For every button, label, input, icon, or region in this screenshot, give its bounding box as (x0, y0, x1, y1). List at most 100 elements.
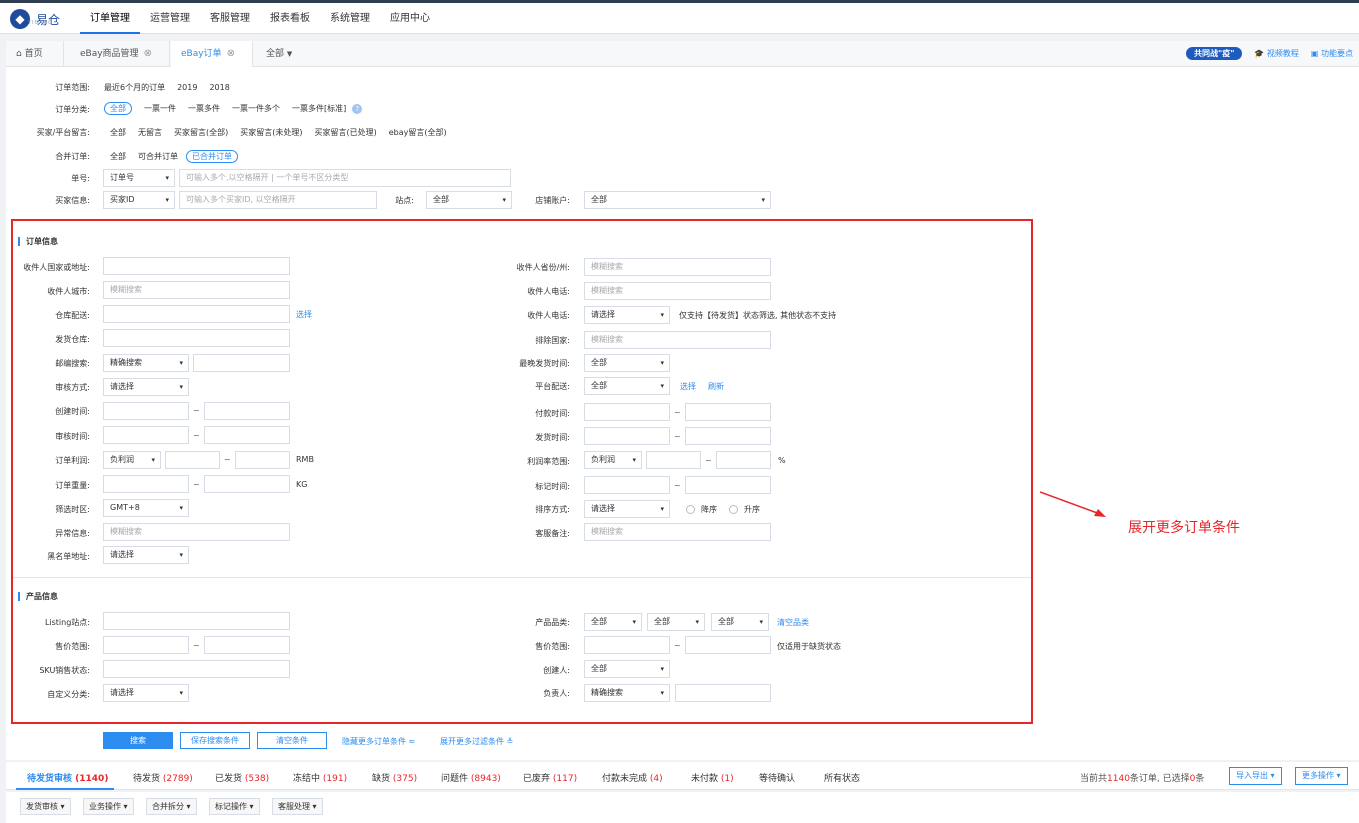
category-option-selected[interactable]: 全部 (104, 102, 132, 115)
create-time-end[interactable] (204, 402, 290, 420)
recipient-phone-input[interactable]: 模糊搜索 (584, 282, 771, 300)
tab-ebay-products[interactable]: eBay商品管理 ⊗ (70, 41, 170, 67)
number-input[interactable]: 可输入多个,以空格隔开 | 一个单号不区分类型 (179, 169, 511, 187)
category-level2-select[interactable]: 全部 ▾ (647, 613, 705, 631)
timezone-select[interactable]: GMT+8 ▾ (103, 499, 189, 517)
status-tab-pending-ship[interactable]: 待发货 (2789) (133, 771, 193, 784)
mark-ops-button[interactable]: 标记操作 ▾ (209, 798, 260, 815)
recipient-phone2-select[interactable]: 请选择 ▾ (584, 306, 670, 324)
message-option[interactable]: 全部 (110, 127, 126, 138)
range-option[interactable]: 2018 (209, 83, 229, 92)
category-option[interactable]: 一票多件[标准] (292, 103, 346, 114)
tab-home[interactable]: ⌂ 首页 (6, 41, 64, 67)
price2-min-input[interactable] (584, 636, 670, 654)
help-icon[interactable]: ? (352, 103, 363, 114)
weight-max-input[interactable] (204, 475, 290, 493)
radio-desc[interactable] (686, 505, 695, 514)
review-mode-select[interactable]: 请选择 ▾ (103, 378, 189, 396)
warehouse-select-link[interactable]: 选择 (296, 309, 312, 320)
category-option[interactable]: 一票一件 (144, 103, 176, 114)
postcode-type-select[interactable]: 精确搜索 ▾ (103, 354, 189, 372)
sku-status-input[interactable] (103, 660, 290, 678)
listing-site-input[interactable] (103, 612, 290, 630)
number-type-select[interactable]: 订单号 ▾ (103, 169, 175, 187)
merge-option[interactable]: 可合并订单 (138, 151, 178, 162)
platform-select-link[interactable]: 选择 (680, 381, 696, 392)
radio-asc[interactable] (729, 505, 738, 514)
status-tab-payment-incomplete[interactable]: 付款未完成 (4) (602, 771, 663, 784)
margin-max-input[interactable] (716, 451, 771, 469)
business-ops-button[interactable]: 业务操作 ▾ (83, 798, 134, 815)
message-option[interactable]: 买家留言(已处理) (315, 127, 377, 138)
warehouse-ship-input[interactable] (103, 305, 290, 323)
range-option[interactable]: 2019 (177, 83, 197, 92)
review-time-start[interactable] (103, 426, 189, 444)
weight-min-input[interactable] (103, 475, 189, 493)
profit-min-input[interactable] (165, 451, 220, 469)
blacklist-select[interactable]: 请选择 ▾ (103, 546, 189, 564)
ship-review-button[interactable]: 发货审核 ▾ (20, 798, 71, 815)
import-export-button[interactable]: 导入导出 ▾ (1229, 767, 1282, 785)
platform-ship-select[interactable]: 全部 ▾ (584, 377, 670, 395)
status-tab-all[interactable]: 所有状态 (824, 771, 860, 784)
nav-apps[interactable]: 应用中心 (380, 3, 440, 34)
merge-option-selected[interactable]: 已合并订单 (186, 150, 238, 163)
message-option[interactable]: 无留言 (138, 127, 162, 138)
pay-time-end[interactable] (685, 403, 771, 421)
close-icon[interactable]: ⊗ (144, 48, 152, 59)
ship-time-end[interactable] (685, 427, 771, 445)
message-option[interactable]: ebay留言(全部) (389, 127, 447, 138)
site-select[interactable]: 全部 ▾ (426, 191, 512, 209)
save-conditions-button[interactable]: 保存搜索条件 (180, 732, 250, 749)
category-option[interactable]: 一票一件多个 (232, 103, 280, 114)
close-icon[interactable]: ⊗ (227, 48, 235, 59)
merge-split-button[interactable]: 合并拆分 ▾ (146, 798, 197, 815)
category-level1-select[interactable]: 全部 ▾ (584, 613, 642, 631)
status-tab-out-of-stock[interactable]: 缺货 (375) (372, 771, 417, 784)
custom-class-select[interactable]: 请选择 ▾ (103, 684, 189, 702)
hide-more-conditions-link[interactable]: 隐藏更多订单条件 ≈ (342, 736, 415, 747)
message-option[interactable]: 买家留言(未处理) (240, 127, 302, 138)
tab-all-dropdown[interactable]: 全部 ▼ (256, 41, 306, 67)
recipient-city-input[interactable]: 模糊搜索 (103, 281, 290, 299)
exclude-country-input[interactable]: 模糊搜索 (584, 331, 771, 349)
exception-info-input[interactable]: 模糊搜索 (103, 523, 290, 541)
status-tab-frozen[interactable]: 冻结中 (191) (293, 771, 347, 784)
status-tab-pending-review[interactable]: 待发货审核 (1140) (27, 771, 108, 784)
buyer-id-input[interactable]: 可输入多个买家ID, 以空格隔开 (179, 191, 377, 209)
price-min-input[interactable] (103, 636, 189, 654)
creator-select[interactable]: 全部 ▾ (584, 660, 670, 678)
more-actions-button[interactable]: 更多操作 ▾ (1295, 767, 1348, 785)
profit-max-input[interactable] (235, 451, 290, 469)
status-tab-unpaid[interactable]: 未付款 (1) (691, 771, 734, 784)
search-button[interactable]: 搜索 (103, 732, 173, 749)
mark-time-start[interactable] (584, 476, 670, 494)
nav-customer-service[interactable]: 客服管理 (200, 3, 260, 34)
ship-warehouse-input[interactable] (103, 329, 290, 347)
range-option[interactable]: 最近6个月的订单 (104, 82, 165, 93)
message-option[interactable]: 买家留言(全部) (174, 127, 228, 138)
status-tab-discarded[interactable]: 已废弃 (117) (523, 771, 577, 784)
review-time-end[interactable] (204, 426, 290, 444)
price-max-input[interactable] (204, 636, 290, 654)
platform-refresh-link[interactable]: 刷新 (708, 381, 724, 392)
nav-orders[interactable]: 订单管理 (80, 3, 140, 34)
mark-time-end[interactable] (685, 476, 771, 494)
status-tab-shipped[interactable]: 已发货 (538) (215, 771, 269, 784)
owner-input[interactable] (675, 684, 771, 702)
status-tab-awaiting-confirm[interactable]: 等待确认 (759, 771, 795, 784)
category-option[interactable]: 一票多件 (188, 103, 220, 114)
price2-max-input[interactable] (685, 636, 771, 654)
app-logo[interactable]: ◆ 易仓 (10, 9, 60, 29)
recipient-province-input[interactable]: 模糊搜索 (584, 258, 771, 276)
campaign-badge[interactable]: 共同战"疫" (1186, 47, 1243, 60)
sort-select[interactable]: 请选择 ▾ (584, 500, 670, 518)
cs-note-input[interactable]: 模糊搜索 (584, 523, 771, 541)
clear-category-link[interactable]: 清空品类 (777, 617, 809, 628)
nav-operations[interactable]: 运营管理 (140, 3, 200, 34)
status-tab-problem[interactable]: 问题件 (8943) (441, 771, 501, 784)
nav-reports[interactable]: 报表看板 (260, 3, 320, 34)
latest-ship-select[interactable]: 全部 ▾ (584, 354, 670, 372)
tab-ebay-orders[interactable]: eBay订单 ⊗ (171, 41, 253, 67)
clear-conditions-button[interactable]: 清空条件 (257, 732, 327, 749)
